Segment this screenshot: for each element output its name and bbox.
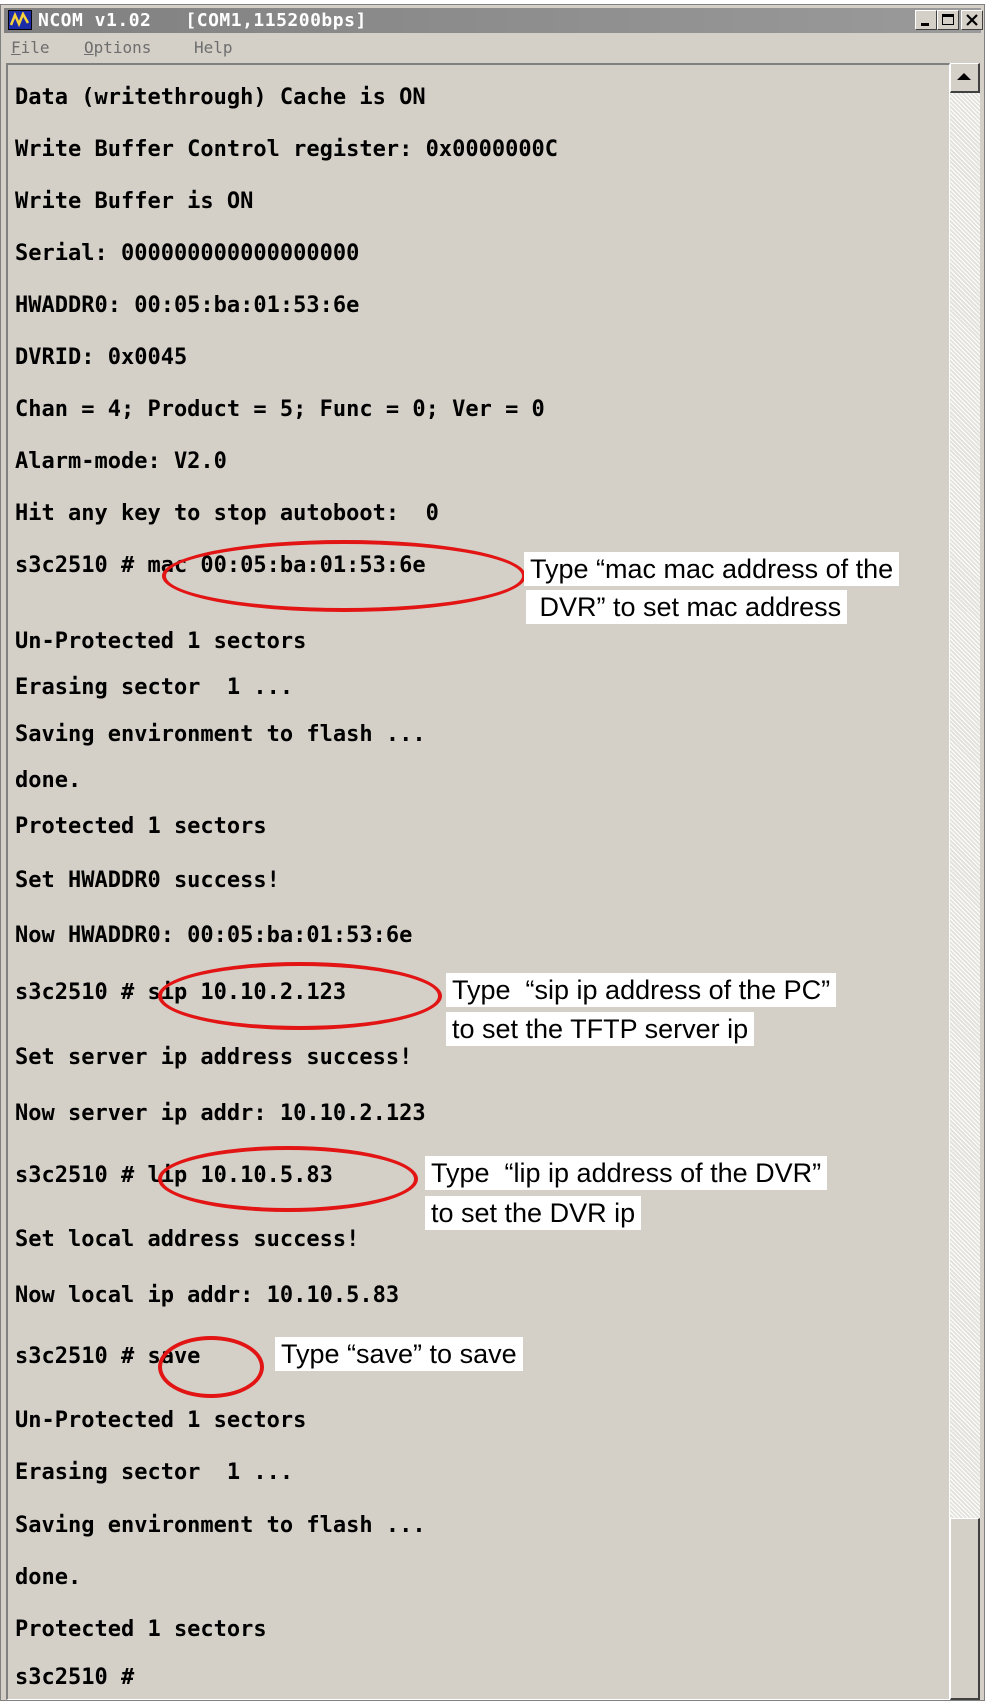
terminal-line: HWADDR0: 00:05:ba:01:53:6e [15,293,360,318]
sip-command-circle [158,962,442,1030]
terminal-line: Now server ip addr: 10.10.2.123 [15,1101,426,1126]
terminal-line: Erasing sector 1 ... [15,675,294,700]
terminal-line: Write Buffer Control register: 0x0000000… [15,137,559,162]
terminal-line: done. [15,768,82,793]
up-arrow-icon [957,73,971,80]
menu-options-label: ptions [93,38,152,57]
terminal-line: DVRID: 0x0045 [15,345,188,370]
terminal-line: Set HWADDR0 success! [15,868,280,893]
ncom-app-icon[interactable] [8,10,32,30]
mac-annotation-line1: Type “mac mac address of the [524,552,900,586]
terminal-line: Saving environment to flash ... [15,722,426,747]
ncom-window: NCOM v1.02 [COM1,115200bps] File Options… [0,4,985,1701]
terminal-line-prompt: s3c2510 # [15,1665,135,1690]
port-info: [COM1,115200bps] [185,10,367,31]
sip-annotation-line2: to set the TFTP server ip [446,1012,755,1046]
lip-annotation-line1: Type “lip ip address of the DVR” [425,1156,828,1190]
menu-options-accel: O [84,38,94,57]
terminal-line: Data (writethrough) Cache is ON [15,85,426,110]
terminal-line: Erasing sector 1 ... [15,1460,294,1485]
terminal-output[interactable]: Data (writethrough) Cache is ON Write Bu… [6,63,950,1700]
save-command-circle [158,1336,264,1398]
menu-help-label: Help [194,38,233,57]
scroll-up-button[interactable] [950,63,980,93]
terminal-line: Serial: 000000000000000000 [15,241,360,266]
terminal-line: done. [15,1565,82,1590]
vertical-scrollbar[interactable] [950,63,980,1700]
terminal-line: Protected 1 sectors [15,814,267,839]
menu-file-accel: F [11,38,21,57]
app-name: NCOM v1.02 [38,10,152,31]
sip-annotation-line1: Type “sip ip address of the PC” [446,973,837,1007]
terminal-line: Un-Protected 1 sectors [15,629,307,654]
menu-options[interactable]: Options [84,39,151,57]
menu-file[interactable]: File [11,39,50,57]
minimize-button[interactable] [915,10,937,30]
window-title: NCOM v1.02 [COM1,115200bps] [38,10,367,31]
lip-annotation-line2: to set the DVR ip [425,1196,642,1230]
terminal-line: Un-Protected 1 sectors [15,1408,307,1433]
mac-annotation-line2: DVR” to set mac address [526,590,848,624]
terminal-line: Now HWADDR0: 00:05:ba:01:53:6e [15,923,413,948]
lip-command-circle [158,1146,418,1212]
terminal-line: Alarm-mode: V2.0 [15,449,227,474]
mac-command-circle [162,540,526,612]
terminal-line: Set local address success! [15,1227,360,1252]
terminal-line: Hit any key to stop autoboot: 0 [15,501,439,526]
terminal-line: Write Buffer is ON [15,189,254,214]
terminal-line: Set server ip address success! [15,1045,413,1070]
menu-help[interactable]: Help [194,39,233,57]
menu-bar: File Options Help [4,36,981,60]
terminal-line: Saving environment to flash ... [15,1513,426,1538]
menu-file-label: ile [20,38,50,57]
terminal-line: Now local ip addr: 10.10.5.83 [15,1283,400,1308]
title-bar[interactable]: NCOM v1.02 [COM1,115200bps] [4,8,983,33]
save-annotation: Type “save” to save [275,1337,523,1371]
terminal-line: Protected 1 sectors [15,1617,267,1642]
terminal-line: Chan = 4; Product = 5; Func = 0; Ver = 0 [15,397,545,422]
scroll-thumb[interactable] [950,1518,980,1700]
close-button[interactable] [961,10,983,30]
maximize-button[interactable] [937,10,959,30]
